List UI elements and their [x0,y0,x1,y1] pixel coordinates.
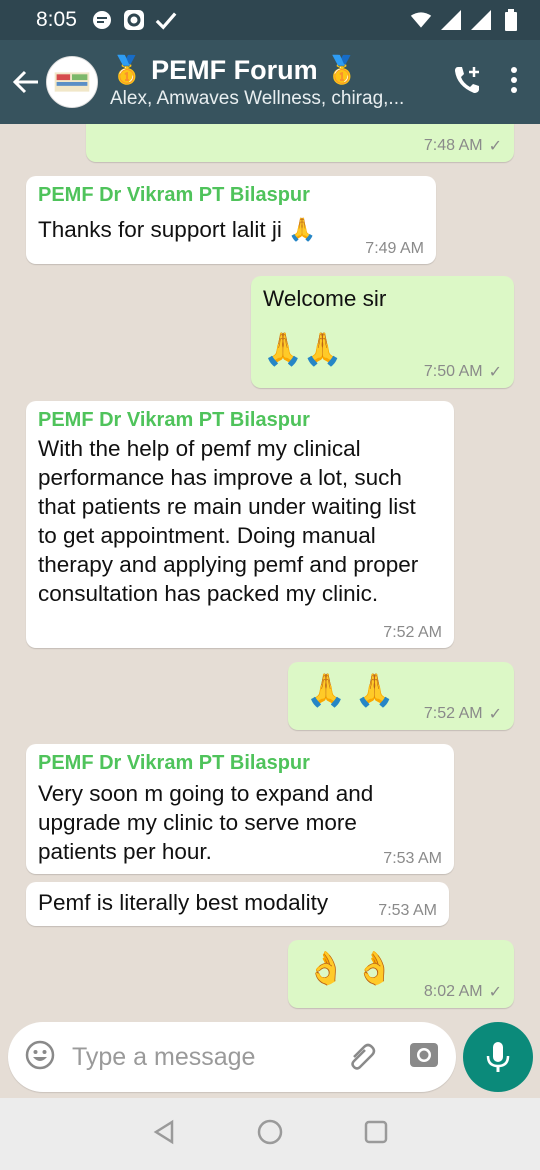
message-bubble-out[interactable]: Welcome sir 🙏🙏 7:50 AM ✓ [251,276,514,388]
group-avatar[interactable] [46,56,98,108]
message-meta: 7:48 AM ✓ [424,136,502,156]
message-meta: 7:52 AM ✓ [424,704,502,724]
group-members: Alex, Amwaves Wellness, chirag,... [110,88,405,109]
message-bubble-in[interactable]: PEMF Dr Vikram PT Bilaspur Thanks for su… [26,176,436,264]
message-text: Very soon m going to expand and upgrade … [38,781,374,864]
message-bubble-out[interactable]: 👌 👌 8:02 AM ✓ [288,940,514,1008]
message-input-bar: Type a message [8,1022,456,1092]
message-text: Welcome sir [263,286,387,311]
read-tick-icon: ✓ [488,706,502,723]
header-text[interactable]: 🥇 PEMF Forum 🥇 Alex, Amwaves Wellness, c… [110,54,452,110]
message-meta: 7:52 AM [383,624,442,642]
status-left-icons [91,9,177,31]
group-title: 🥇 PEMF Forum 🥇 [110,55,359,85]
battery-icon [500,9,522,31]
signal-2-icon [470,9,492,31]
message-sender: PEMF Dr Vikram PT Bilaspur [38,752,310,774]
status-bar: 8:05 [0,0,540,40]
recents-nav-icon[interactable] [362,1118,390,1151]
message-time: 7:48 AM [423,137,483,154]
status-right-icons [410,9,522,31]
paperclip-icon[interactable] [346,1039,378,1076]
emoji-icon[interactable] [24,1039,56,1076]
message-time: 8:02 AM [423,983,483,1000]
message-text: With the help of pemf my clinical perfor… [38,436,419,606]
message-sender: PEMF Dr Vikram PT Bilaspur [38,184,310,206]
camera-icon[interactable] [408,1039,440,1076]
home-nav-icon[interactable] [256,1118,284,1151]
message-bubble-out[interactable]: 🙏 🙏 7:52 AM ✓ [288,662,514,730]
message-time: 7:53 AM [383,850,442,867]
message-meta: 7:50 AM ✓ [424,362,502,382]
arrow-left-icon [12,70,38,94]
status-time: 8:05 [36,8,77,31]
check-notification-icon [155,9,177,31]
signal-icon [440,9,462,31]
message-input[interactable]: Type a message [72,1043,346,1072]
mic-icon [486,1042,510,1072]
wifi-icon [410,9,432,31]
add-call-icon[interactable] [452,64,484,101]
message-text: Pemf is literally best modality [38,890,329,915]
message-time: 7:52 AM [423,705,483,722]
header-actions [452,64,540,101]
message-meta: 8:02 AM ✓ [424,982,502,1002]
read-tick-icon: ✓ [488,984,502,1001]
read-tick-icon: ✓ [488,138,502,155]
message-meta: 7:49 AM [365,240,424,258]
message-meta: 7:53 AM [378,902,437,920]
message-bubble-out[interactable]: 7:48 AM ✓ [86,124,514,162]
chat-area: 7:48 AM ✓ PEMF Dr Vikram PT Bilaspur Tha… [0,124,540,1024]
message-time: 7:49 AM [365,240,424,257]
more-vert-icon[interactable] [510,66,518,99]
read-tick-icon: ✓ [488,364,502,381]
message-sender: PEMF Dr Vikram PT Bilaspur [38,409,310,431]
back-button[interactable] [8,58,44,106]
group-logo-icon [47,57,97,107]
message-time: 7:50 AM [423,363,483,380]
mic-button[interactable] [463,1022,533,1092]
message-bubble-in[interactable]: Pemf is literally best modality 7:53 AM [26,882,449,926]
message-bubble-in[interactable]: PEMF Dr Vikram PT Bilaspur Very soon m g… [26,744,454,874]
message-time: 7:52 AM [383,624,442,641]
message-meta: 7:53 AM [383,850,442,868]
message-time: 7:53 AM [378,902,437,919]
message-notification-icon [91,9,113,31]
back-nav-icon[interactable] [150,1118,178,1151]
app-notification-icon [123,9,145,31]
system-nav-bar [0,1098,540,1170]
chat-header: 🥇 PEMF Forum 🥇 Alex, Amwaves Wellness, c… [0,40,540,124]
message-bubble-in[interactable]: PEMF Dr Vikram PT Bilaspur With the help… [26,401,454,648]
